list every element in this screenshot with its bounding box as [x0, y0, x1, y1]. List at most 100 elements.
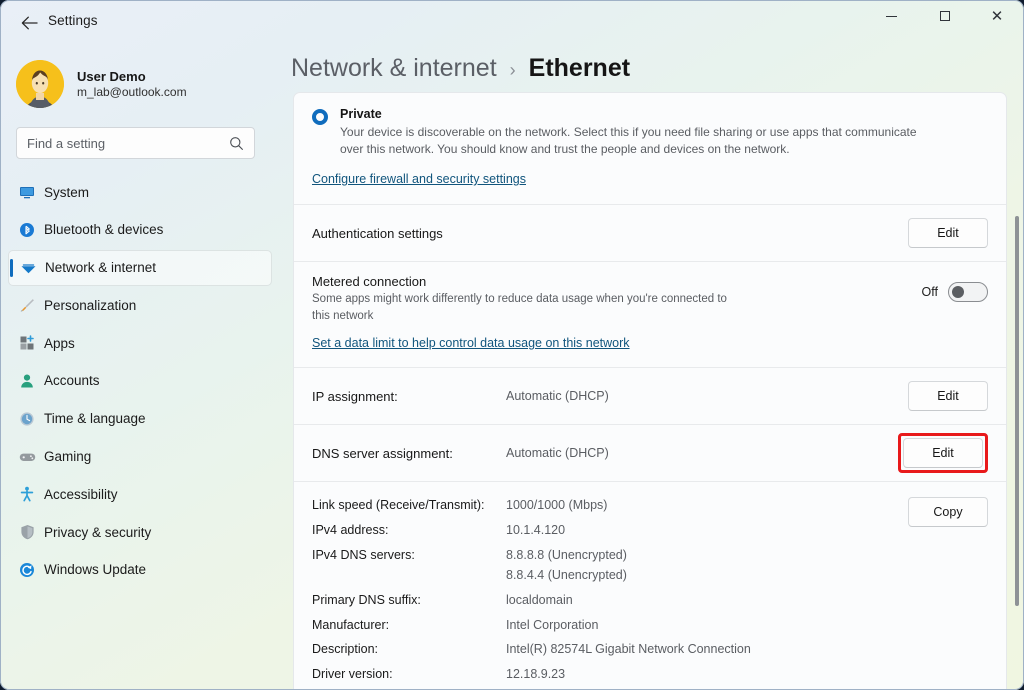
- paintbrush-icon: [18, 296, 36, 314]
- scrollbar-thumb[interactable]: [1015, 216, 1019, 606]
- network-profile-private-option[interactable]: Private Your device is discoverable on t…: [312, 107, 988, 158]
- adapter-details-section: Link speed (Receive/Transmit): 1000/1000…: [294, 482, 1006, 690]
- accessibility-icon: [18, 485, 36, 503]
- minimize-button[interactable]: [868, 0, 914, 32]
- update-icon: [18, 561, 36, 579]
- sidebar-item-label: Network & internet: [45, 260, 157, 276]
- search-icon: [229, 136, 244, 151]
- back-arrow-icon: [21, 16, 38, 30]
- metered-connection-toggle[interactable]: [948, 282, 988, 303]
- ip-assignment-edit-button[interactable]: Edit: [908, 381, 988, 412]
- detail-value: 12.18.9.23: [506, 666, 566, 681]
- ip-assignment-row: IP assignment: Automatic (DHCP) Edit: [294, 368, 1006, 424]
- settings-window: Settings ✕ User Demo m_lab@outlook.com F…: [0, 0, 1024, 690]
- sidebar-item-label: Gaming: [44, 449, 92, 465]
- sidebar-item-time-language[interactable]: Time & language: [8, 401, 272, 437]
- close-icon: ✕: [990, 7, 1004, 25]
- sidebar-item-accessibility[interactable]: Accessibility: [8, 476, 272, 512]
- main-content: Network & internet › Ethernet Private Yo…: [280, 44, 1024, 690]
- detail-key: Primary DNS suffix:: [312, 592, 421, 607]
- profile-card[interactable]: User Demo m_lab@outlook.com: [16, 54, 266, 114]
- dns-assignment-value: Automatic (DHCP): [506, 446, 609, 461]
- sidebar-nav: System Bluetooth & devices Network & int…: [8, 174, 272, 590]
- copy-button[interactable]: Copy: [908, 497, 988, 528]
- profile-email: m_lab@outlook.com: [77, 85, 187, 99]
- authentication-edit-button[interactable]: Edit: [908, 218, 988, 249]
- sidebar-item-label: Personalization: [44, 297, 137, 313]
- sidebar-item-label: System: [44, 184, 90, 200]
- shield-icon: [18, 523, 36, 541]
- title-bar: Settings ✕: [0, 0, 1024, 44]
- sidebar-item-label: Time & language: [44, 411, 146, 427]
- settings-card: Private Your device is discoverable on t…: [293, 92, 1007, 690]
- gamepad-icon: [18, 448, 36, 466]
- metered-connection-row: Metered connection Some apps might work …: [294, 262, 1006, 328]
- toggle-knob: [952, 286, 964, 299]
- metered-toggle-state: Off: [921, 285, 938, 300]
- sidebar-item-label: Accounts: [44, 373, 100, 389]
- sidebar-item-label: Apps: [44, 335, 75, 351]
- sidebar-item-label: Privacy & security: [44, 524, 152, 540]
- radio-selected-icon[interactable]: [312, 109, 328, 125]
- back-button[interactable]: [14, 8, 44, 38]
- sidebar-item-system[interactable]: System: [8, 174, 272, 210]
- breadcrumb-parent-link[interactable]: Network & internet: [291, 54, 497, 83]
- apps-icon: [18, 334, 36, 352]
- dns-assignment-label: DNS server assignment:: [312, 445, 453, 461]
- scrollbar-track[interactable]: [1015, 88, 1019, 660]
- search-box[interactable]: [16, 127, 255, 159]
- authentication-settings-row: Authentication settings Edit: [294, 205, 1006, 261]
- detail-value-line-2: 8.8.4.4 (Unencrypted): [506, 568, 627, 583]
- maximize-button[interactable]: [922, 0, 968, 32]
- sidebar-item-network-internet[interactable]: Network & internet: [8, 249, 272, 286]
- ip-assignment-edit-button-wrap: Edit: [908, 381, 988, 412]
- network-profile-description: Your device is discoverable on the netwo…: [340, 125, 917, 157]
- set-data-limit-link[interactable]: Set a data limit to help control data us…: [312, 336, 630, 350]
- detail-value: Intel(R) 82574L Gigabit Network Connecti…: [506, 642, 751, 657]
- search-input[interactable]: [27, 135, 229, 151]
- detail-key: Manufacturer:: [312, 617, 390, 632]
- sidebar-item-label: Windows Update: [44, 562, 147, 578]
- copy-button-wrap: Copy: [908, 495, 988, 690]
- metered-link-wrap: Set a data limit to help control data us…: [294, 328, 1006, 367]
- detail-value: localdomain: [506, 592, 573, 607]
- sidebar-item-personalization[interactable]: Personalization: [8, 287, 272, 323]
- detail-key: IPv4 address:: [312, 523, 389, 538]
- dns-assignment-row: DNS server assignment: Automatic (DHCP) …: [294, 425, 1006, 481]
- breadcrumb: Network & internet › Ethernet: [291, 54, 630, 83]
- sidebar-item-bluetooth-devices[interactable]: Bluetooth & devices: [8, 212, 272, 248]
- bluetooth-icon: [18, 221, 36, 239]
- sidebar-item-windows-update[interactable]: Windows Update: [8, 552, 272, 588]
- user-avatar-icon: [16, 60, 64, 108]
- sidebar-item-gaming[interactable]: Gaming: [8, 439, 272, 475]
- sidebar-item-apps[interactable]: Apps: [8, 325, 272, 361]
- network-profile-section: Private Your device is discoverable on t…: [294, 93, 1006, 204]
- monitor-icon: [18, 183, 36, 201]
- authentication-settings-label: Authentication settings: [312, 225, 443, 241]
- detail-value-multiline: 8.8.8.8 (Unencrypted) 8.8.4.4 (Unencrypt…: [506, 545, 908, 586]
- page-title: Ethernet: [528, 54, 631, 82]
- detail-value-line-1: 8.8.8.8 (Unencrypted): [506, 547, 627, 562]
- sidebar-item-label: Bluetooth & devices: [44, 222, 164, 238]
- close-button[interactable]: ✕: [974, 0, 1020, 32]
- clock-icon: [18, 410, 36, 428]
- detail-value: Intel Corporation: [506, 617, 599, 632]
- sidebar-item-privacy-security[interactable]: Privacy & security: [8, 514, 272, 550]
- adapter-details-grid: Link speed (Receive/Transmit): 1000/1000…: [312, 495, 908, 690]
- metered-toggle-group: Off: [921, 282, 988, 303]
- ip-assignment-label: IP assignment:: [312, 388, 398, 404]
- profile-name: User Demo: [77, 69, 146, 84]
- authentication-edit-button-wrap: Edit: [908, 218, 988, 249]
- dns-assignment-edit-button[interactable]: Edit: [903, 438, 983, 469]
- dns-assignment-edit-highlight: Edit: [898, 433, 988, 474]
- detail-key: Description:: [312, 642, 378, 657]
- metered-connection-label: Metered connection: [312, 274, 427, 290]
- sidebar-item-label: Accessibility: [44, 486, 118, 502]
- configure-firewall-link[interactable]: Configure firewall and security settings: [312, 172, 526, 186]
- minimize-icon: [885, 15, 897, 17]
- person-icon: [18, 372, 36, 390]
- detail-key: Driver version:: [312, 666, 393, 681]
- sidebar-item-accounts[interactable]: Accounts: [8, 363, 272, 399]
- maximize-icon: [940, 11, 950, 21]
- avatar: [16, 60, 64, 108]
